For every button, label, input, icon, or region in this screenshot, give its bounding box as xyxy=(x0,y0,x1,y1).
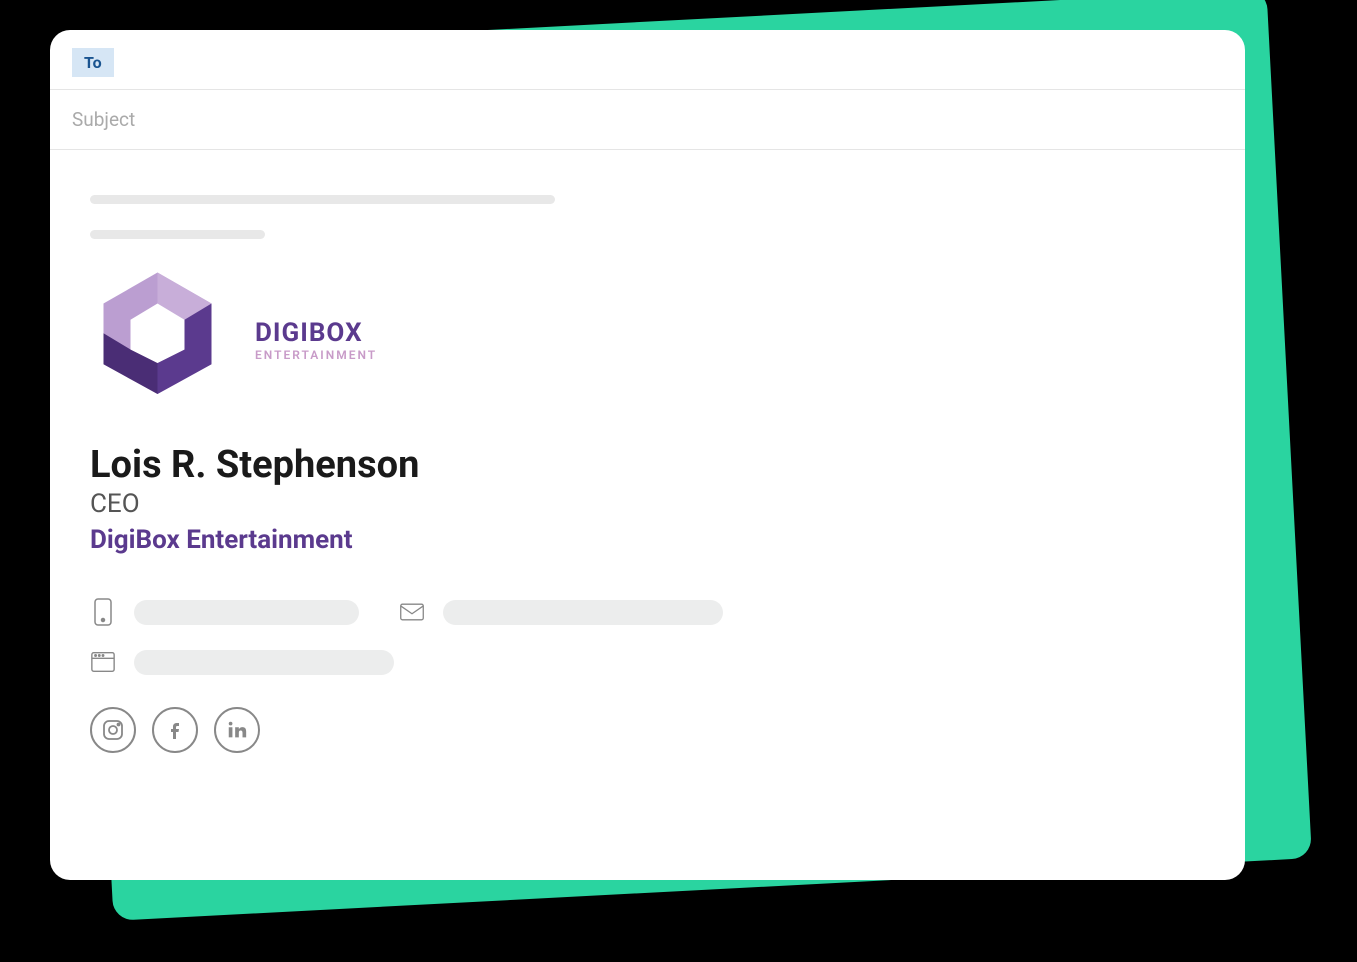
signature-logo-section: DIGIBOX ENTERTAINMENT xyxy=(90,265,1205,415)
subject-field[interactable]: Subject xyxy=(50,90,1245,150)
linkedin-icon[interactable] xyxy=(214,707,260,753)
phone-placeholder xyxy=(134,600,359,625)
website-contact xyxy=(90,647,394,677)
phone-icon xyxy=(90,597,116,627)
to-field-row: To xyxy=(50,30,1245,90)
signature-company: DigiBox Entertainment xyxy=(90,525,1205,555)
company-logo-text: DIGIBOX ENTERTAINMENT xyxy=(255,318,377,362)
social-icons-row xyxy=(90,707,1205,753)
body-placeholder-line xyxy=(90,195,555,204)
email-icon xyxy=(399,597,425,627)
contact-row-1 xyxy=(90,597,1205,627)
facebook-icon[interactable] xyxy=(152,707,198,753)
phone-contact xyxy=(90,597,359,627)
signature-name: Lois R. Stephenson xyxy=(90,443,1205,487)
to-button[interactable]: To xyxy=(72,48,114,77)
instagram-icon[interactable] xyxy=(90,707,136,753)
contact-row-2 xyxy=(90,647,1205,677)
email-contact xyxy=(399,597,723,627)
compose-window: To Subject DIGIBOX ENTERTAINMENT Lo xyxy=(50,30,1245,880)
browser-icon xyxy=(90,647,116,677)
body-placeholder-line xyxy=(90,230,265,239)
signature-title: CEO xyxy=(90,489,1205,519)
website-placeholder xyxy=(134,650,394,675)
logo-main-text: DIGIBOX xyxy=(255,318,377,348)
email-placeholder xyxy=(443,600,723,625)
email-body[interactable]: DIGIBOX ENTERTAINMENT Lois R. Stephenson… xyxy=(50,150,1245,798)
logo-sub-text: ENTERTAINMENT xyxy=(255,348,377,362)
company-logo-icon xyxy=(90,265,225,415)
